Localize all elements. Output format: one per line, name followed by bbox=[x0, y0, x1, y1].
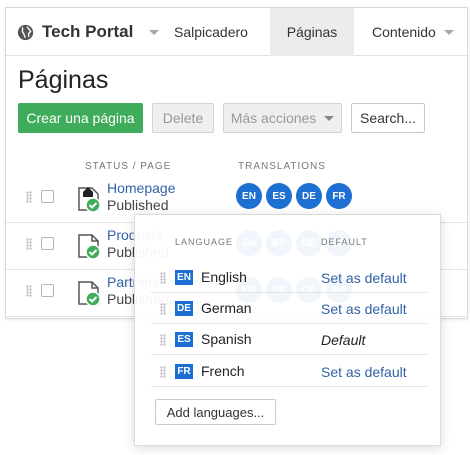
default-column-header: DEFAULT bbox=[321, 237, 368, 247]
tab-content[interactable]: Contenido bbox=[372, 8, 454, 56]
set-default-link[interactable]: Set as default bbox=[321, 364, 407, 380]
chevron-down-icon bbox=[443, 29, 454, 35]
drag-handle-icon[interactable] bbox=[26, 285, 32, 297]
language-menu: LANGUAGE DEFAULT EN English Set as defau… bbox=[134, 214, 441, 446]
drag-handle-icon[interactable] bbox=[160, 366, 166, 378]
tab-dashboard[interactable]: Salpicadero bbox=[174, 8, 248, 56]
language-name: Spanish bbox=[201, 331, 252, 347]
row-checkbox[interactable] bbox=[41, 284, 54, 297]
language-code-badge: FR bbox=[175, 364, 193, 379]
language-row: FR French Set as default bbox=[151, 356, 427, 387]
create-page-button[interactable]: Crear una página bbox=[18, 103, 143, 133]
language-row: ES Spanish Default bbox=[151, 324, 427, 355]
page-icon bbox=[78, 234, 101, 260]
language-code-badge: DE bbox=[175, 301, 193, 316]
row-checkbox[interactable] bbox=[41, 190, 54, 203]
page-link[interactable]: Homepage bbox=[107, 180, 176, 196]
language-name: French bbox=[201, 363, 245, 379]
globe-icon bbox=[17, 24, 34, 40]
page-status: Published bbox=[107, 197, 169, 213]
search-button[interactable]: Search... bbox=[351, 103, 425, 133]
drag-handle-icon[interactable] bbox=[26, 191, 32, 203]
default-label: Default bbox=[321, 332, 366, 348]
language-code-badge: EN bbox=[175, 270, 193, 285]
language-row: EN English Set as default bbox=[151, 262, 427, 293]
home-page-icon bbox=[78, 187, 101, 213]
tab-content-label: Contenido bbox=[372, 24, 436, 40]
page-title: Páginas bbox=[18, 66, 109, 94]
add-languages-button[interactable]: Add languages... bbox=[155, 399, 276, 425]
chevron-down-icon bbox=[149, 29, 160, 35]
translation-list: EN ES DE FR bbox=[236, 183, 352, 209]
language-code-badge: ES bbox=[175, 332, 193, 347]
drag-handle-icon[interactable] bbox=[160, 334, 166, 346]
set-default-link[interactable]: Set as default bbox=[321, 301, 407, 317]
tab-pages[interactable]: Páginas bbox=[270, 8, 354, 56]
delete-button[interactable]: Delete bbox=[152, 103, 214, 133]
page-icon bbox=[78, 281, 101, 307]
site-switcher[interactable]: Tech Portal bbox=[17, 8, 160, 56]
drag-handle-icon[interactable] bbox=[160, 272, 166, 284]
drag-handle-icon[interactable] bbox=[160, 303, 166, 315]
language-column-header: LANGUAGE bbox=[175, 237, 234, 247]
drag-handle-icon[interactable] bbox=[26, 238, 32, 250]
column-header-status: STATUS / PAGE bbox=[85, 161, 172, 172]
row-checkbox[interactable] bbox=[41, 237, 54, 250]
language-name: English bbox=[201, 269, 247, 285]
translation-badge[interactable]: FR bbox=[326, 183, 352, 209]
more-actions-label: Más acciones bbox=[230, 110, 317, 126]
column-header-translations: TRANSLATIONS bbox=[238, 161, 326, 172]
site-title: Tech Portal bbox=[42, 22, 134, 41]
language-row: DE German Set as default bbox=[151, 293, 427, 324]
translation-badge[interactable]: EN bbox=[236, 183, 262, 209]
more-actions-button[interactable]: Más acciones bbox=[223, 103, 342, 133]
translation-badge[interactable]: DE bbox=[296, 183, 322, 209]
translation-badge[interactable]: ES bbox=[266, 183, 292, 209]
set-default-link[interactable]: Set as default bbox=[321, 270, 407, 286]
chevron-down-icon bbox=[324, 115, 335, 121]
top-navbar: Tech Portal Salpicadero Páginas Contenid… bbox=[6, 8, 467, 56]
language-name: German bbox=[201, 300, 252, 316]
